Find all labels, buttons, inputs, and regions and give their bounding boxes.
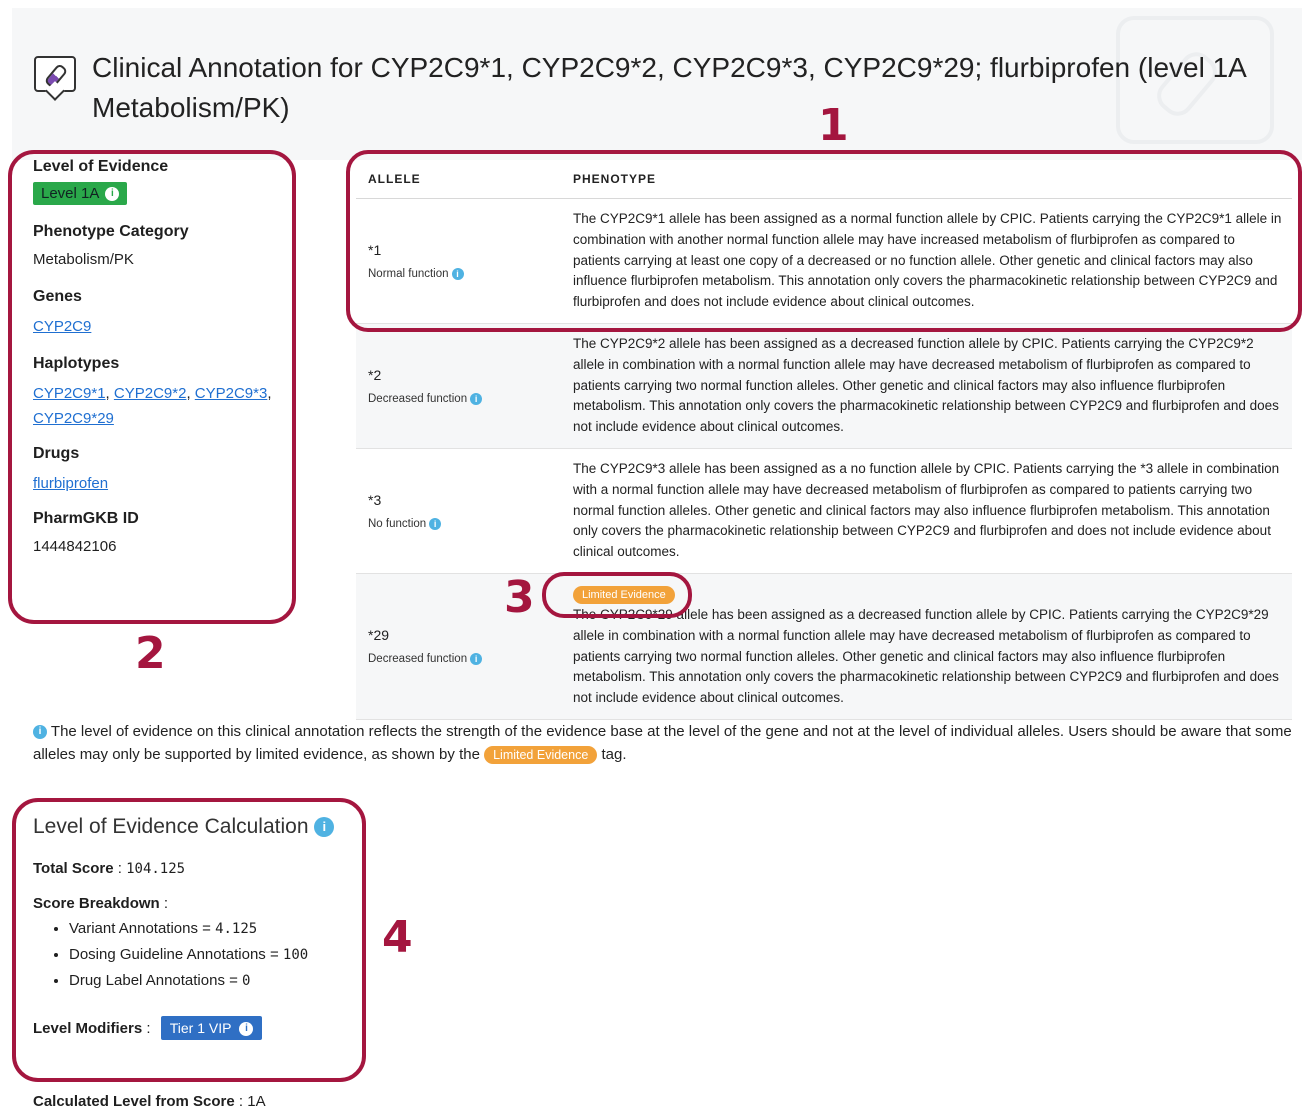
info-icon: i — [33, 725, 47, 740]
info-icon[interactable]: i — [470, 653, 483, 666]
table-row: *3 No function i The CYP2C9*3 allele has … — [356, 448, 1292, 574]
callout-frame-2 — [8, 150, 296, 624]
allele-function: Decreased function i — [368, 392, 558, 406]
callout-number-4: 4 — [382, 912, 413, 963]
table-row: *29 Decreased function i Limited Evidence… — [356, 573, 1292, 720]
allele-function: Decreased function i — [368, 653, 558, 666]
pill-annotation-icon — [34, 56, 76, 92]
evidence-note: i The level of evidence on this clinical… — [33, 720, 1293, 766]
allele-function-label: Decreased function — [368, 393, 468, 406]
limited-evidence-tag: Limited Evidence — [484, 746, 598, 764]
callout-number-2: 2 — [135, 628, 166, 679]
allele-function-label: Decreased function — [368, 653, 468, 666]
calculated-level-label: Calculated Level from Score — [33, 1093, 235, 1110]
note-text-end: tag. — [601, 746, 627, 763]
callout-frame-3 — [542, 572, 692, 618]
phenotype-cell: The CYP2C9*3 allele has been assigned as… — [559, 448, 1292, 574]
callout-frame-1 — [346, 150, 1302, 332]
calculated-level: Calculated Level from Score : 1A — [33, 1093, 266, 1110]
callout-number-3: 3 — [504, 572, 535, 623]
allele-name: *29 — [368, 627, 390, 644]
info-icon[interactable]: i — [470, 392, 483, 405]
allele-function-label: No function — [368, 518, 427, 531]
allele-name: *3 — [368, 491, 382, 508]
callout-number-1: 1 — [818, 100, 849, 151]
phenotype-cell: The CYP2C9*2 allele has been assigned as… — [559, 323, 1292, 449]
table-row: *2 Decreased function i The CYP2C9*2 alle… — [356, 323, 1292, 449]
page-title: Clinical Annotation for CYP2C9*1, CYP2C9… — [92, 52, 1246, 123]
note-text: The level of evidence on this clinical a… — [33, 723, 1292, 763]
allele-cell: *2 Decreased function i — [356, 323, 559, 449]
phenotype-text: The CYP2C9*29 allele has been assigned a… — [573, 606, 1279, 706]
callout-frame-4 — [12, 798, 366, 1082]
allele-cell: *3 No function i — [356, 448, 559, 574]
allele-name: *2 — [368, 366, 382, 383]
allele-function: No function i — [368, 517, 558, 531]
page-header: Clinical Annotation for CYP2C9*1, CYP2C9… — [12, 8, 1302, 160]
calculated-level-value: 1A — [247, 1093, 266, 1110]
info-icon[interactable]: i — [429, 517, 442, 530]
